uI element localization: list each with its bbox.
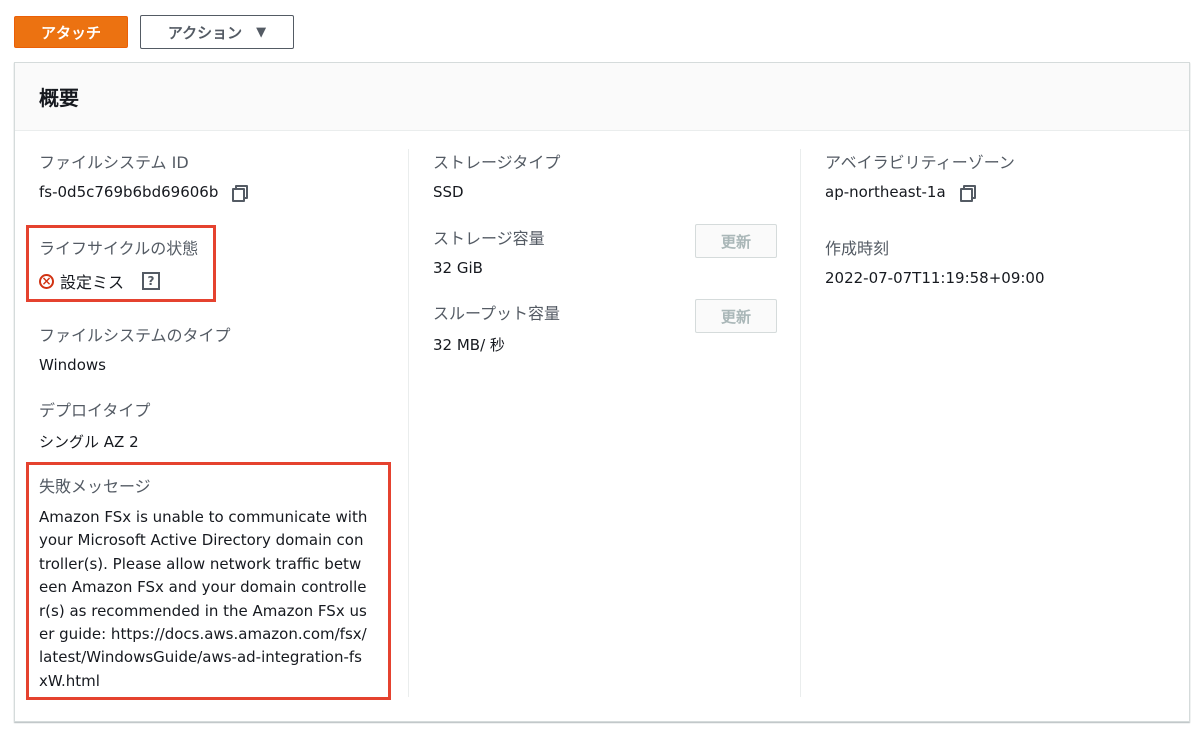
fs-type-label: ファイルシステムのタイプ <box>39 326 231 345</box>
created-time-label: 作成時刻 <box>825 239 890 258</box>
created-time-field: 作成時刻 2022-07-07T11:19:58+09:00 <box>825 235 1045 287</box>
storage-type-field: ストレージタイプ SSD <box>433 149 560 201</box>
throughput-field: スループット容量 32 MB/ 秒 <box>433 300 560 355</box>
created-time-value: 2022-07-07T11:19:58+09:00 <box>825 269 1045 287</box>
storage-type-value: SSD <box>433 183 464 201</box>
fs-type-value: Windows <box>39 356 106 374</box>
attach-button[interactable]: アタッチ <box>14 16 128 48</box>
copy-icon[interactable] <box>232 184 249 202</box>
storage-capacity-value: 32 GiB <box>433 259 483 277</box>
az-label: アベイラビリティーゾーン <box>825 153 1015 172</box>
fs-id-value: fs-0d5c769b6bd69606b <box>39 183 219 201</box>
deploy-type-field: デプロイタイプ シングル AZ 2 <box>39 397 150 452</box>
az-field: アベイラビリティーゾーン ap-northeast-1a <box>825 149 1015 202</box>
throughput-label: スループット容量 <box>433 304 561 323</box>
highlight-box-failure-message <box>26 462 391 700</box>
update-throughput-button[interactable]: 更新 <box>695 299 777 333</box>
actions-label: アクション <box>167 23 243 42</box>
throughput-value: 32 MB/ 秒 <box>433 336 505 354</box>
deploy-type-value: シングル AZ 2 <box>39 433 139 451</box>
deploy-type-label: デプロイタイプ <box>39 401 151 420</box>
column-3: アベイラビリティーゾーン ap-northeast-1a 作成時刻 2022-0… <box>800 149 1192 697</box>
actions-dropdown-button[interactable]: アクション ▼ <box>140 15 294 49</box>
copy-icon[interactable] <box>959 184 976 202</box>
column-2: ストレージタイプ SSD ストレージ容量 32 GiB 更新 スループット容量 … <box>408 149 801 697</box>
update-storage-button[interactable]: 更新 <box>695 224 777 258</box>
highlight-box-lifecycle <box>26 225 216 302</box>
storage-type-label: ストレージタイプ <box>433 153 561 172</box>
fs-type-field: ファイルシステムのタイプ Windows <box>39 322 231 374</box>
fs-id-label: ファイルシステム ID <box>39 153 189 172</box>
storage-capacity-label: ストレージ容量 <box>433 229 545 248</box>
storage-capacity-field: ストレージ容量 32 GiB <box>433 225 545 277</box>
panel-title: 概要 <box>39 86 79 110</box>
caret-down-icon: ▼ <box>256 24 267 40</box>
panel-header: 概要 <box>15 63 1189 131</box>
fs-id-field: ファイルシステム ID fs-0d5c769b6bd69606b <box>39 149 249 202</box>
az-value: ap-northeast-1a <box>825 183 946 201</box>
